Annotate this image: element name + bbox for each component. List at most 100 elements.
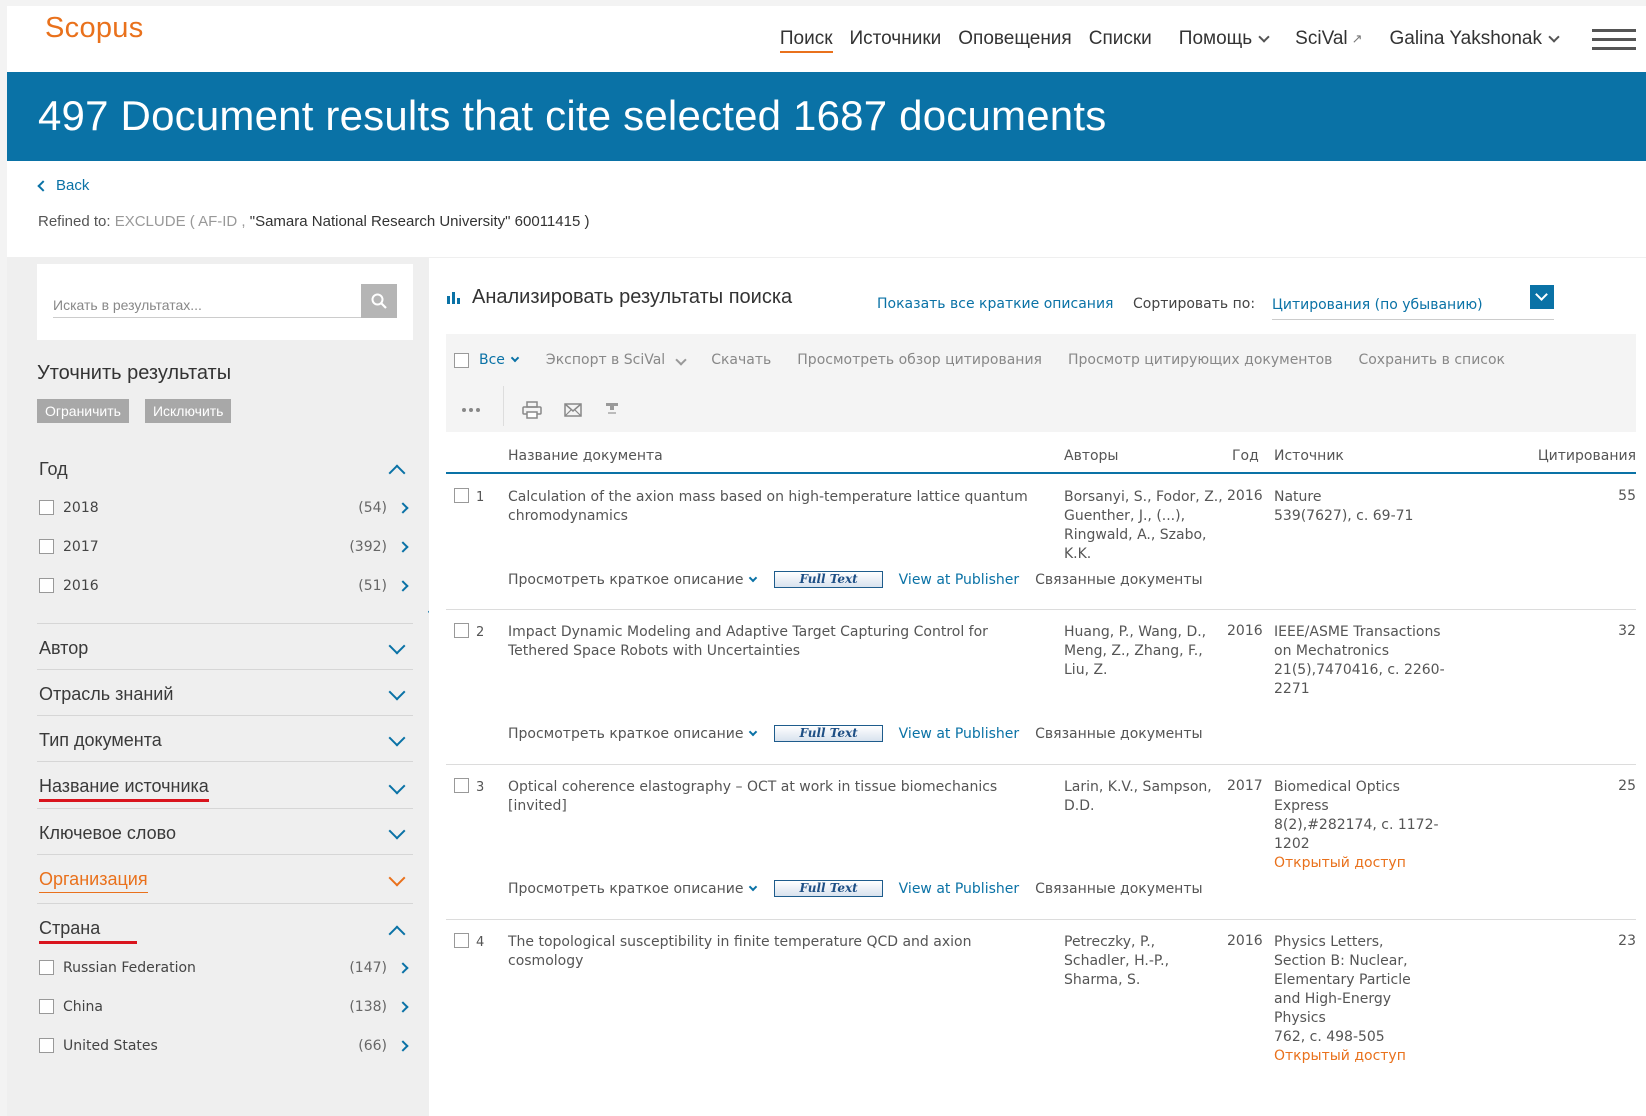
facet-source[interactable]: Название источника — [37, 761, 413, 808]
facet-year-item[interactable]: 2017 (392) — [39, 527, 413, 566]
related-documents-link[interactable]: Связанные документы — [1035, 881, 1202, 897]
search-within-input[interactable] — [53, 292, 361, 318]
facet-country-item[interactable]: China (138) — [39, 987, 413, 1026]
bibliography-icon[interactable] — [604, 402, 620, 418]
view-at-publisher-link[interactable]: View at Publisher — [899, 726, 1019, 742]
view-abstract-toggle[interactable]: Просмотреть краткое описание — [508, 726, 758, 742]
nav-search[interactable]: Поиск — [779, 28, 833, 53]
chevron-right-icon[interactable] — [397, 540, 409, 553]
facet-country-item[interactable]: United States (66) — [39, 1026, 413, 1065]
chevron-right-icon[interactable] — [397, 579, 409, 592]
search-button[interactable] — [361, 284, 397, 318]
chevron-right-icon[interactable] — [397, 1000, 409, 1013]
cites-count[interactable]: 32 — [1618, 623, 1636, 639]
source-title[interactable]: Nature — [1274, 489, 1321, 505]
chevron-down-icon — [388, 777, 406, 795]
full-text-button[interactable]: Full Text — [774, 725, 883, 742]
full-text-button[interactable]: Full Text — [774, 571, 883, 588]
col-source[interactable]: Источник — [1274, 448, 1344, 464]
chevron-right-icon[interactable] — [397, 501, 409, 514]
document-title-link[interactable]: Optical coherence elastography – OCT at … — [508, 778, 1028, 816]
save-to-list-link[interactable]: Сохранить в список — [1358, 352, 1505, 368]
facet-doctype[interactable]: Тип документа — [37, 715, 413, 761]
view-at-publisher-link[interactable]: View at Publisher — [899, 572, 1019, 588]
facet-affiliation[interactable]: Организация — [37, 854, 413, 903]
checkbox[interactable] — [39, 500, 54, 515]
authors-link[interactable]: Huang, P., Wang, D., Meng, Z., Zhang, F.… — [1064, 623, 1224, 680]
scopus-logo[interactable]: Scopus — [45, 12, 144, 45]
nav-alerts[interactable]: Оповещения — [958, 28, 1071, 50]
facet-keyword[interactable]: Ключевое слово — [37, 808, 413, 854]
facet-subject[interactable]: Отрасль знаний — [37, 669, 413, 715]
source-title[interactable]: Physics Letters, Section B: Nuclear, Ele… — [1274, 934, 1411, 1026]
facet-item-count: (392) — [349, 538, 387, 555]
refine-sidebar: Уточнить результаты Ограничить Исключить… — [37, 264, 413, 1065]
more-options-icon[interactable] — [461, 407, 481, 413]
row-checkbox[interactable] — [454, 623, 469, 638]
facet-year-header[interactable]: Год — [39, 459, 413, 481]
back-link[interactable]: Back — [37, 177, 89, 194]
checkbox[interactable] — [39, 578, 54, 593]
facet-year-item[interactable]: 2016 (51) — [39, 566, 413, 605]
row-checkbox[interactable] — [454, 778, 469, 793]
limit-button[interactable]: Ограничить — [37, 399, 129, 423]
nav-lists[interactable]: Списки — [1089, 28, 1152, 50]
facet-year-item[interactable]: 2018 (54) — [39, 488, 413, 527]
full-text-button[interactable]: Full Text — [774, 880, 883, 897]
nav-scival[interactable]: SciVal ↗ — [1295, 28, 1362, 50]
show-all-abstracts-link[interactable]: Показать все краткие описания — [877, 296, 1113, 312]
document-title-link[interactable]: Calculation of the axion mass based on h… — [508, 488, 1028, 526]
download-link[interactable]: Скачать — [711, 352, 771, 368]
select-all-dropdown[interactable]: Все — [479, 352, 520, 368]
facet-country-item[interactable]: Russian Federation (147) — [39, 948, 413, 987]
col-cites[interactable]: Цитирования — [1538, 448, 1636, 464]
document-title-link[interactable]: Impact Dynamic Modeling and Adaptive Tar… — [508, 623, 1028, 661]
chevron-down-icon — [388, 729, 406, 746]
authors-link[interactable]: Borsanyi, S., Fodor, Z., Guenther, J., (… — [1064, 488, 1224, 564]
hamburger-menu-icon[interactable] — [1592, 23, 1636, 56]
nav-sources[interactable]: Источники — [850, 28, 942, 50]
chevron-right-icon[interactable] — [397, 1039, 409, 1052]
exclude-button[interactable]: Исключить — [144, 399, 232, 423]
email-icon[interactable] — [564, 403, 582, 417]
related-documents-link[interactable]: Связанные документы — [1035, 726, 1202, 742]
nav-help[interactable]: Помощь — [1179, 28, 1270, 50]
authors-link[interactable]: Petreczky, P., Schadler, H.-P., Sharma, … — [1064, 933, 1224, 990]
select-all-checkbox[interactable] — [454, 352, 469, 368]
col-authors[interactable]: Авторы — [1064, 448, 1119, 464]
chevron-down-icon — [749, 727, 758, 736]
analyze-results-link[interactable]: Анализировать результаты поиска — [446, 286, 792, 309]
checkbox[interactable] — [39, 1038, 54, 1053]
cites-count[interactable]: 55 — [1618, 488, 1636, 504]
view-abstract-toggle[interactable]: Просмотреть краткое описание — [508, 881, 758, 897]
row-checkbox[interactable] — [454, 488, 469, 503]
refined-id: 60011415 ) — [514, 213, 590, 230]
chevron-down-icon — [749, 573, 758, 582]
row-checkbox[interactable] — [454, 933, 469, 948]
col-title[interactable]: Название документа — [508, 448, 663, 464]
view-at-publisher-link[interactable]: View at Publisher — [899, 881, 1019, 897]
authors-link[interactable]: Larin, K.V., Sampson, D.D. — [1064, 778, 1224, 816]
checkbox[interactable] — [39, 539, 54, 554]
nav-user-menu[interactable]: Galina Yakshonak — [1390, 28, 1560, 50]
year: 2017 — [1227, 778, 1263, 794]
checkbox[interactable] — [39, 999, 54, 1014]
sort-dropdown-button[interactable] — [1530, 285, 1554, 309]
related-documents-link[interactable]: Связанные документы — [1035, 572, 1202, 588]
cites-count[interactable]: 23 — [1618, 933, 1636, 949]
facet-country-header[interactable]: Страна — [39, 918, 413, 944]
cites-count[interactable]: 25 — [1618, 778, 1636, 794]
print-icon[interactable] — [522, 401, 542, 419]
export-scival-link[interactable]: Экспорт в SciVal — [546, 352, 687, 368]
sort-select[interactable]: Цитирования (по убыванию) — [1272, 297, 1554, 320]
facet-author[interactable]: Автор — [37, 623, 413, 669]
citing-documents-link[interactable]: Просмотр цитирующих документов — [1068, 352, 1332, 368]
view-abstract-toggle[interactable]: Просмотреть краткое описание — [508, 572, 758, 588]
chevron-right-icon[interactable] — [397, 961, 409, 974]
citation-overview-link[interactable]: Просмотреть обзор цитирования — [797, 352, 1042, 368]
checkbox[interactable] — [39, 960, 54, 975]
col-year[interactable]: Год — [1232, 448, 1259, 464]
source-title[interactable]: Biomedical Optics Express — [1274, 779, 1400, 814]
document-title-link[interactable]: The topological susceptibility in finite… — [508, 933, 1028, 971]
source-title[interactable]: IEEE/ASME Transactions on Mechatronics — [1274, 624, 1441, 659]
